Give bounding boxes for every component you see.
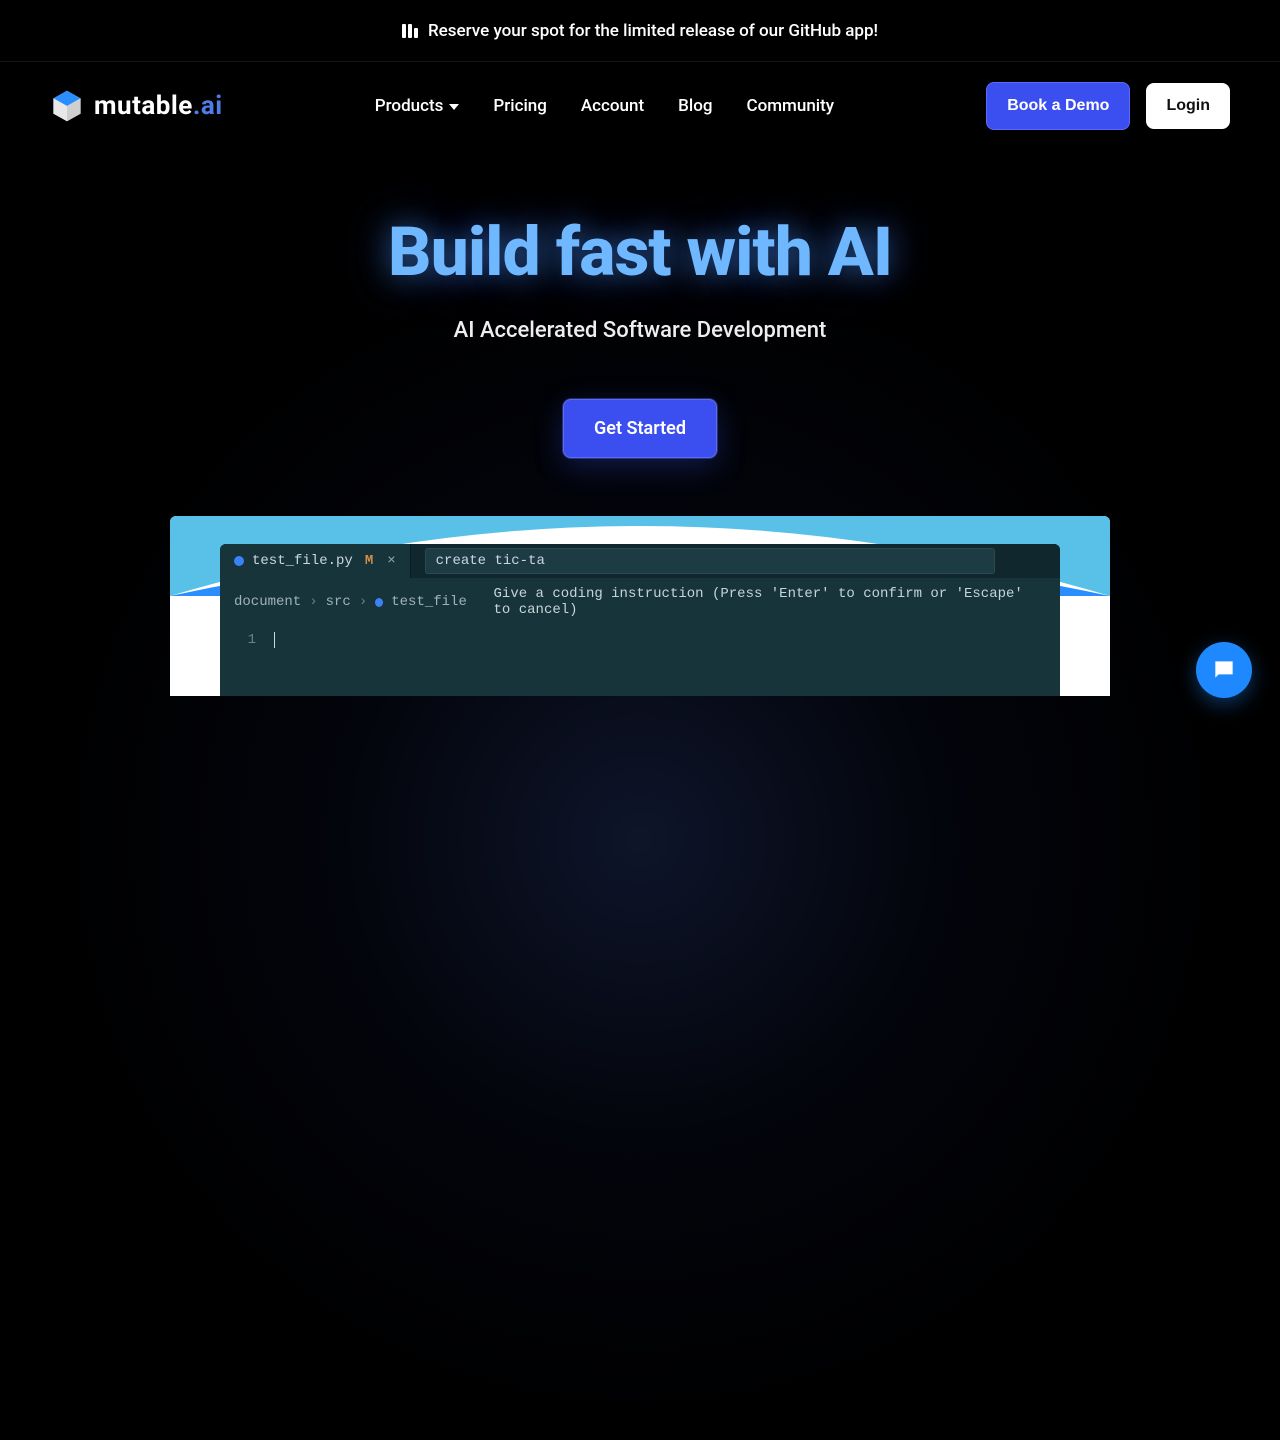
nav-account[interactable]: Account <box>581 96 644 116</box>
nav-buttons: Book a Demo Login <box>986 82 1230 130</box>
nav-products-label: Products <box>375 96 444 116</box>
command-hint: Give a coding instruction (Press 'Enter'… <box>494 586 1046 618</box>
book-demo-button[interactable]: Book a Demo <box>986 82 1130 130</box>
hero-subhead: AI Accelerated Software Development <box>0 318 1280 343</box>
command-input[interactable] <box>425 548 995 574</box>
breadcrumb-item[interactable]: document <box>234 594 301 610</box>
breadcrumb-item[interactable]: test_file <box>391 594 467 610</box>
hero-section: Build fast with AI AI Accelerated Softwa… <box>0 212 1280 458</box>
tab-modified-badge: M <box>365 553 373 569</box>
breadcrumb-item[interactable]: src <box>326 594 351 610</box>
hero-headline: Build fast with AI <box>0 212 1280 292</box>
nav-pricing[interactable]: Pricing <box>493 96 547 116</box>
demo-preview: test_file.py M × document › src › test_f… <box>170 516 1110 696</box>
ide-tab[interactable]: test_file.py M × <box>220 544 411 578</box>
ide-window: test_file.py M × document › src › test_f… <box>220 544 1060 696</box>
ide-tabbar: test_file.py M × <box>220 544 1060 578</box>
ide-code-area[interactable] <box>266 630 1060 696</box>
logo-text: mutable.ai <box>94 91 223 121</box>
ide-command-bar <box>411 544 1060 578</box>
python-file-icon <box>234 556 244 566</box>
tab-filename: test_file.py <box>252 553 353 569</box>
ide-breadcrumb: document › src › test_file Give a coding… <box>220 578 1060 618</box>
announcement-text: Reserve your spot for the limited releas… <box>428 21 878 41</box>
nav-blog[interactable]: Blog <box>678 96 712 116</box>
nav-products[interactable]: Products <box>375 96 460 116</box>
chevron-down-icon <box>449 104 459 110</box>
line-number: 1 <box>220 632 256 648</box>
book-icon <box>402 24 418 38</box>
announcement-bar[interactable]: Reserve your spot for the limited releas… <box>0 0 1280 62</box>
get-started-button[interactable]: Get Started <box>563 399 717 458</box>
python-file-icon <box>375 598 383 607</box>
logo-icon <box>50 89 84 123</box>
nav-community[interactable]: Community <box>747 96 835 116</box>
brand-logo[interactable]: mutable.ai <box>50 89 223 123</box>
login-button[interactable]: Login <box>1146 83 1230 129</box>
close-icon[interactable]: × <box>387 553 395 569</box>
main-nav: mutable.ai Products Pricing Account Blog… <box>0 62 1280 130</box>
ide-gutter: 1 <box>220 630 266 696</box>
cursor-icon <box>274 632 275 648</box>
chat-icon <box>1211 657 1237 683</box>
chat-button[interactable] <box>1196 642 1252 698</box>
nav-links: Products Pricing Account Blog Community <box>375 96 834 116</box>
